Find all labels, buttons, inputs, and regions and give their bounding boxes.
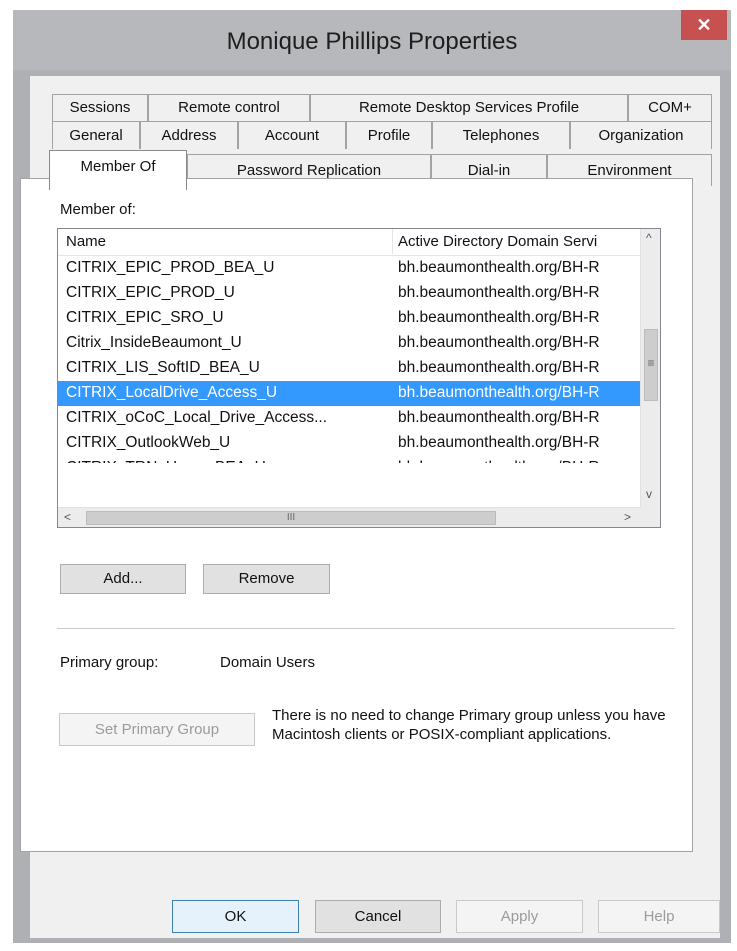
tab-label: Telephones xyxy=(462,127,540,144)
column-separator[interactable] xyxy=(392,229,393,254)
scroll-down-icon[interactable]: v xyxy=(646,487,652,501)
column-header-name[interactable]: Name xyxy=(66,233,386,250)
column-header-ad-domain[interactable]: Active Directory Domain Servi xyxy=(398,233,640,250)
tab-remote-control[interactable]: Remote control xyxy=(148,94,310,121)
tab-label: Password Replication xyxy=(236,162,382,179)
primary-group-label: Primary group: xyxy=(60,654,159,671)
group-folder: bh.beaumonthealth.org/BH-R xyxy=(398,384,600,401)
member-of-label: Member of: xyxy=(60,201,136,218)
group-name: Citrix_InsideBeaumont_U xyxy=(66,334,242,351)
tab-organization[interactable]: Organization xyxy=(570,121,712,149)
list-item[interactable]: CITRIX_OutlookWeb_U bh.beaumonthealth.org… xyxy=(58,431,640,456)
tab-label: Dial-in xyxy=(467,162,511,179)
group-folder: bh.beaumonthealth.org/BH-R xyxy=(398,434,600,451)
ok-button[interactable]: OK xyxy=(172,900,299,933)
group-folder: bh.beaumonthealth.org/BH-R xyxy=(398,409,600,426)
title-bar[interactable]: Monique Phillips Properties ✕ xyxy=(13,10,731,70)
tab-label: Remote control xyxy=(178,99,280,116)
group-name: CITRIX_TRN_Users_BEA_U xyxy=(66,459,266,476)
tab-member-of[interactable]: Member Of xyxy=(49,150,187,190)
scrollbar-corner xyxy=(640,507,660,527)
group-folder: bh.beaumonthealth.org/BH-R xyxy=(398,359,600,376)
tab-label: Environment xyxy=(587,162,672,179)
tab-label: Remote Desktop Services Profile xyxy=(358,99,580,116)
list-item[interactable]: CITRIX_EPIC_PROD_U bh.beaumonthealth.org/… xyxy=(58,281,640,306)
list-item[interactable]: CITRIX_oCoC_Local_Drive_Access... bh.beau… xyxy=(58,406,640,431)
tab-account[interactable]: Account xyxy=(238,121,346,149)
tab-label: Organization xyxy=(598,127,684,144)
list-item[interactable]: CITRIX_EPIC_SRO_U bh.beaumonthealth.org/B… xyxy=(58,306,640,331)
primary-group-value: Domain Users xyxy=(220,654,316,671)
group-name: CITRIX_LIS_SoftID_BEA_U xyxy=(66,359,260,376)
vertical-scroll-thumb[interactable]: ≡ xyxy=(644,329,658,401)
divider xyxy=(57,628,675,629)
tab-label: Sessions xyxy=(69,99,131,116)
horizontal-scroll-thumb[interactable]: III xyxy=(86,511,496,525)
group-name: CITRIX_EPIC_SRO_U xyxy=(66,309,224,326)
vertical-scrollbar[interactable]: ^ ≡ v xyxy=(640,229,660,507)
list-header: Name Active Directory Domain Servi xyxy=(58,229,640,256)
list-item[interactable]: CITRIX_LIS_SoftID_BEA_U bh.beaumonthealth… xyxy=(58,356,640,381)
group-name: CITRIX_LocalDrive_Access_U xyxy=(66,384,278,401)
set-primary-group-button[interactable]: Set Primary Group xyxy=(59,713,255,746)
cancel-button[interactable]: Cancel xyxy=(315,900,441,933)
tab-address[interactable]: Address xyxy=(140,121,238,149)
group-folder: bh.beaumonthealth.org/BH-R xyxy=(398,459,600,476)
tab-label: Member Of xyxy=(80,158,156,175)
tab-profile[interactable]: Profile xyxy=(346,121,432,149)
tab-label: General xyxy=(69,127,123,144)
group-name: CITRIX_oCoC_Local_Drive_Access... xyxy=(66,409,328,426)
add-button[interactable]: Add... xyxy=(60,564,186,594)
group-folder: bh.beaumonthealth.org/BH-R xyxy=(398,309,600,326)
group-name: CITRIX_EPIC_PROD_BEA_U xyxy=(66,259,275,276)
tab-label: COM+ xyxy=(648,99,692,116)
list-item[interactable]: Citrix_InsideBeaumont_U bh.beaumonthealth… xyxy=(58,331,640,356)
tab-sessions[interactable]: Sessions xyxy=(52,94,148,121)
group-folder: bh.beaumonthealth.org/BH-R xyxy=(398,334,600,351)
list-item[interactable]: CITRIX_EPIC_PROD_BEA_U bh.beaumonthealth.… xyxy=(58,256,640,281)
scroll-up-icon[interactable]: ^ xyxy=(646,231,652,245)
tab-label: Account xyxy=(264,127,320,144)
tab-label: Profile xyxy=(367,127,411,144)
help-button[interactable]: Help xyxy=(598,900,720,933)
tab-com-plus[interactable]: COM+ xyxy=(628,94,712,121)
grip-icon: ≡ xyxy=(647,356,655,370)
list-item-selected[interactable]: CITRIX_LocalDrive_Access_U bh.beaumonthea… xyxy=(58,381,640,406)
remove-button[interactable]: Remove xyxy=(203,564,330,594)
group-name: CITRIX_EPIC_PROD_U xyxy=(66,284,235,301)
tab-remote-desktop-services-profile[interactable]: Remote Desktop Services Profile xyxy=(310,94,628,121)
horizontal-scrollbar[interactable]: < III > xyxy=(58,507,640,527)
apply-button[interactable]: Apply xyxy=(456,900,583,933)
group-name: CITRIX_OutlookWeb_U xyxy=(66,434,231,451)
scroll-right-icon[interactable]: > xyxy=(624,510,631,524)
close-button[interactable]: ✕ xyxy=(681,10,727,40)
tab-telephones[interactable]: Telephones xyxy=(432,121,570,149)
grip-icon: III xyxy=(286,512,296,523)
member-of-listview[interactable]: Name Active Directory Domain Servi CITRI… xyxy=(57,228,661,528)
scroll-left-icon[interactable]: < xyxy=(64,510,71,524)
primary-group-note: There is no need to change Primary group… xyxy=(272,707,666,743)
group-folder: bh.beaumonthealth.org/BH-R xyxy=(398,284,600,301)
tab-general[interactable]: General xyxy=(52,121,140,149)
group-folder: bh.beaumonthealth.org/BH-R xyxy=(398,259,600,276)
window-title: Monique Phillips Properties xyxy=(226,28,518,55)
tab-label: Address xyxy=(161,127,217,144)
list-item[interactable]: CITRIX_TRN_Users_BEA_U bh.beaumonthealth.… xyxy=(58,456,640,476)
